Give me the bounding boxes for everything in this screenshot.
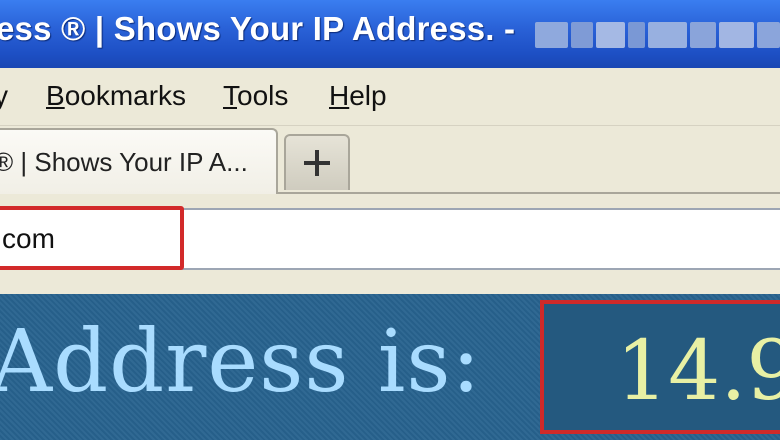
menu-bar: y Bookmarks Tools Help (0, 68, 780, 126)
blurred-title-region (535, 22, 780, 52)
menu-item-bookmarks-accel: B (46, 80, 65, 111)
menu-item-bookmarks-label: ookmarks (64, 80, 187, 111)
address-bar[interactable]: com (0, 208, 780, 270)
menu-item-help-accel: H (329, 80, 350, 111)
tab-active[interactable]: ® | Shows Your IP A... (0, 128, 278, 194)
menu-item-help-label: elp (349, 80, 387, 111)
window-title: ess ® | Shows Your IP Address. - (0, 10, 516, 47)
menu-item-tools-label: ools (237, 80, 289, 111)
ip-address-value: 14.9 (616, 324, 780, 419)
menu-item-history-label: y (0, 80, 8, 111)
plus-icon (304, 150, 330, 176)
menu-item-bookmarks[interactable]: Bookmarks (46, 80, 186, 112)
new-tab-button[interactable] (284, 134, 350, 190)
navigation-toolbar: com (0, 194, 780, 292)
ip-address-label: Address is: (0, 312, 482, 412)
tab-active-label: ® | Shows Your IP A... (0, 147, 248, 177)
menu-item-tools[interactable]: Tools (223, 80, 288, 112)
ip-highlight-box: 14.9 (540, 300, 780, 434)
page-content: Address is: 14.9 (0, 294, 780, 440)
menu-item-tools-accel: T (223, 80, 237, 111)
address-bar-url: com (2, 223, 55, 254)
menu-item-help[interactable]: Help (329, 80, 387, 112)
tab-strip: ® | Shows Your IP A... (0, 126, 780, 194)
menu-item-history[interactable]: y (0, 80, 8, 112)
window-title-bar[interactable]: ess ® | Shows Your IP Address. - (0, 0, 780, 68)
